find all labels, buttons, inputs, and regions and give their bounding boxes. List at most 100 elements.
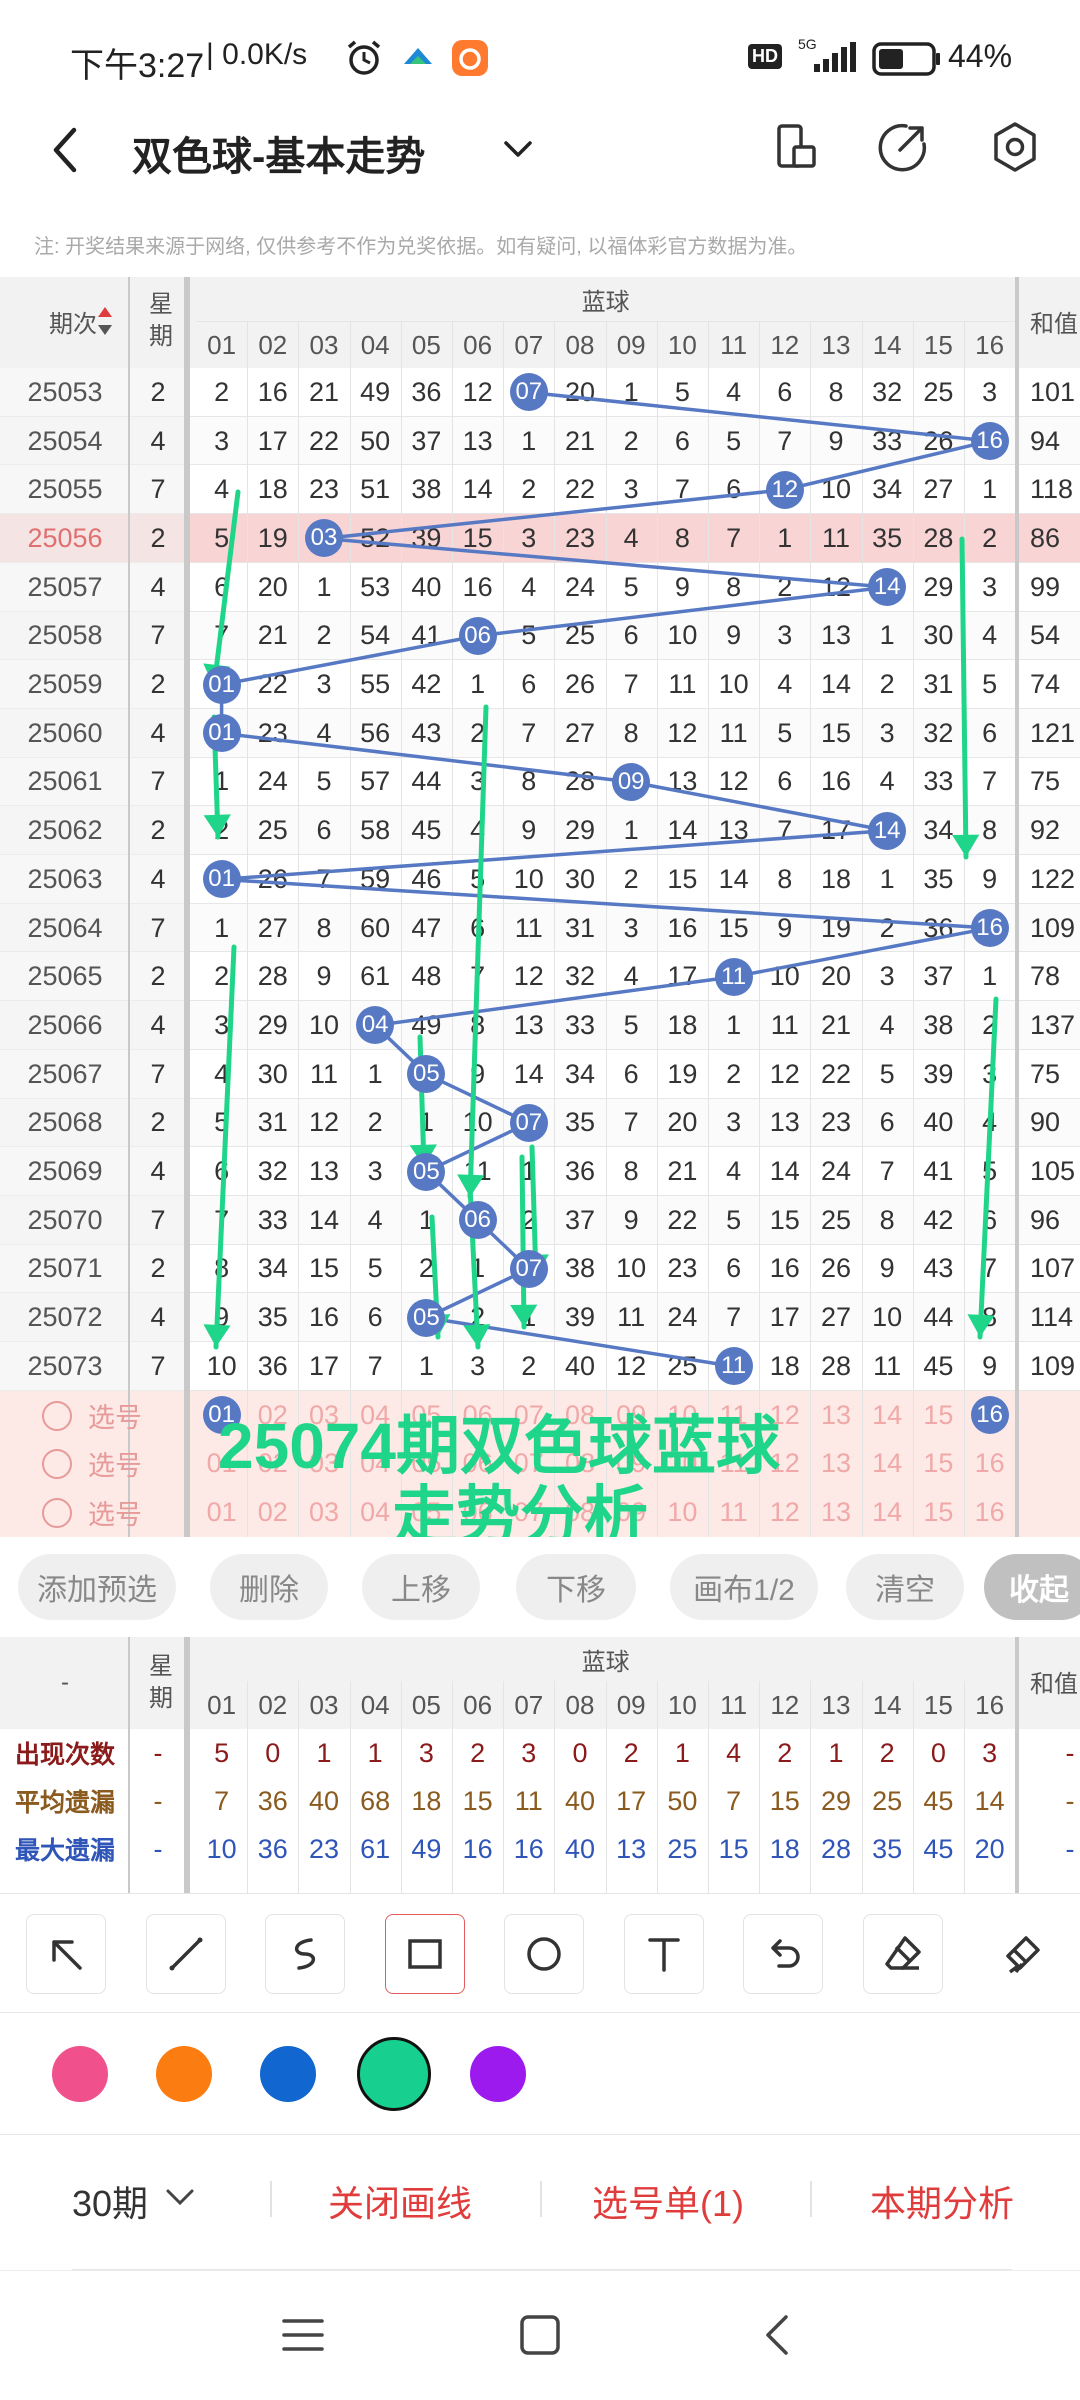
home-icon[interactable]: [518, 2313, 562, 2357]
stats-column-header: 11: [720, 1689, 748, 1720]
stats-value: 49: [411, 1833, 442, 1864]
stats-row-label: 最大遗漏: [14, 1837, 115, 1865]
back-icon[interactable]: [760, 2313, 796, 2357]
stats-header-sum: 和值: [1030, 1670, 1078, 1698]
selection-list-button[interactable]: 选号单(1): [592, 2175, 744, 2227]
stats-value: 14: [974, 1785, 1005, 1816]
stats-value: 45: [923, 1785, 954, 1816]
page-title: 双色球-基本走势: [132, 135, 426, 179]
stats-value: 2: [623, 1737, 639, 1768]
drawing-toolbar: [0, 1893, 1080, 2013]
blue-ball-hit: 05: [407, 1298, 446, 1337]
stats-value: 13: [616, 1833, 647, 1864]
stats-column-header: 10: [667, 1689, 697, 1720]
eraser-button[interactable]: [862, 1914, 943, 1994]
drawn-arrow-head: [510, 1304, 538, 1327]
settings-icon[interactable]: [988, 120, 1042, 174]
stats-weekday: -: [153, 1737, 163, 1768]
selected-ball[interactable]: 16: [970, 1396, 1009, 1435]
stats-column-header: 16: [975, 1689, 1005, 1720]
freehand-tool-icon: [295, 1938, 315, 1970]
stats-weekday: -: [153, 1833, 163, 1864]
stats-value: 3: [982, 1737, 998, 1768]
blue-ball-hit: 11: [714, 957, 753, 996]
rectangle-tool-button[interactable]: [384, 1914, 465, 1994]
stats-value: 16: [462, 1833, 493, 1864]
line-tool-button[interactable]: [145, 1914, 226, 1994]
blue-ball-hit: 16: [970, 909, 1009, 948]
delete-button[interactable]: 删除: [210, 1554, 328, 1620]
share-icon[interactable]: [876, 120, 930, 174]
move-down-button[interactable]: 下移: [516, 1554, 636, 1620]
stats-value: 18: [411, 1785, 442, 1816]
freehand-tool-button[interactable]: [265, 1914, 345, 1994]
circle-tool-button[interactable]: [504, 1914, 584, 1994]
line-tool-icon: [169, 1937, 202, 1971]
stats-value: 45: [923, 1833, 954, 1864]
blue-ball-hit: 09: [612, 762, 651, 801]
clear-button[interactable]: 清空: [846, 1554, 964, 1620]
stats-row-label: 平均遗漏: [14, 1789, 115, 1817]
undo-button[interactable]: [743, 1914, 823, 1994]
drawn-arrow-head: [203, 1324, 231, 1347]
stats-column-header: 08: [565, 1689, 595, 1720]
stats-value: 35: [872, 1833, 903, 1864]
stats-column-header: 05: [411, 1689, 441, 1720]
text-tool-button[interactable]: [623, 1914, 704, 1994]
color-swatch[interactable]: [470, 2046, 526, 2102]
arrow-tool-button[interactable]: [26, 1914, 106, 1994]
stats-value: 1: [674, 1737, 690, 1768]
column-divider: [1015, 1637, 1020, 1893]
stats-sum: -: [1065, 1785, 1075, 1816]
stats-column-header: 06: [463, 1689, 493, 1720]
stats-column-header: 09: [616, 1689, 646, 1720]
system-nav-bar: [0, 2270, 1080, 2400]
clear-brush-button[interactable]: [982, 1914, 1062, 1994]
blue-ball-hit: 14: [868, 811, 907, 850]
stats-value: 4: [726, 1737, 742, 1768]
blue-ball-hit: 03: [305, 519, 343, 558]
stats-value: 15: [462, 1785, 493, 1816]
blue-ball-hit: 06: [458, 616, 497, 655]
annotation-text: 走势分析: [392, 1479, 648, 1537]
back-icon[interactable]: [44, 124, 88, 176]
color-swatch[interactable]: [156, 2046, 212, 2102]
blue-ball-hit: 01: [202, 714, 241, 753]
stats-value: 28: [820, 1833, 851, 1864]
device-rotate-icon[interactable]: [768, 120, 822, 174]
add-preselect-button[interactable]: 添加预选: [18, 1554, 176, 1620]
blue-ball-hit: 01: [202, 860, 241, 899]
blue-ball-hit: 07: [509, 373, 548, 412]
close-lines-button[interactable]: 关闭画线: [328, 2175, 472, 2227]
chevron-down-icon[interactable]: [164, 2185, 196, 2209]
drawn-arrow-head: [952, 834, 980, 857]
stats-value: 1: [316, 1737, 332, 1768]
stats-value: 20: [974, 1833, 1005, 1864]
stats-column-header: 03: [309, 1689, 339, 1720]
menu-icon[interactable]: [280, 2315, 326, 2355]
color-swatch[interactable]: [260, 2046, 316, 2102]
drawn-arrow-head: [203, 814, 231, 837]
color-swatch[interactable]: [357, 2037, 431, 2111]
drawn-arrow: [959, 536, 969, 860]
canvas-page-button[interactable]: 画布1/2: [670, 1554, 818, 1620]
arrow-tool-icon: [52, 1940, 82, 1970]
stats-sum: -: [1065, 1737, 1075, 1768]
stats-value: 17: [616, 1785, 647, 1816]
stats-column-header: 07: [514, 1689, 544, 1720]
stats-value: 40: [308, 1785, 339, 1816]
drawn-arrow: [519, 1154, 527, 1330]
stats-value: 18: [769, 1833, 800, 1864]
stats-header-blue: 蓝球: [581, 1648, 630, 1676]
chevron-down-icon[interactable]: [500, 134, 536, 164]
collapse-button[interactable]: 收起: [984, 1554, 1080, 1620]
status-time: 下午3:27: [70, 47, 205, 85]
blue-ball-hit: 04: [356, 1006, 395, 1045]
period-select[interactable]: 30期: [72, 2175, 148, 2227]
stats-column-header: 01: [207, 1689, 237, 1720]
move-up-button[interactable]: 上移: [362, 1554, 480, 1620]
analysis-button[interactable]: 本期分析: [870, 2175, 1014, 2227]
stats-value: 10: [206, 1833, 237, 1864]
app-notification-icon-2: [452, 40, 488, 76]
color-swatch[interactable]: [52, 2046, 108, 2102]
